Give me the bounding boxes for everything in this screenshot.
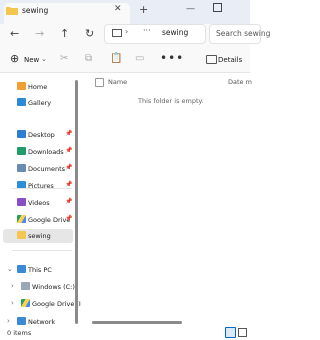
chevron-right-icon[interactable]: › — [7, 317, 10, 325]
sidebar-item-downloads[interactable]: Downloads 📌 — [0, 145, 73, 159]
sidebar-item-label: Documents — [28, 165, 66, 173]
paste-icon[interactable]: 📋 — [110, 53, 122, 64]
folder-icon — [6, 7, 18, 15]
tiles-view-button[interactable] — [238, 328, 247, 337]
sidebar-item-google-drive-i[interactable]: › Google Drive (I — [0, 297, 81, 311]
documents-folder-icon — [17, 164, 26, 172]
more-options-icon[interactable]: ••• — [160, 51, 184, 65]
sidebar-item-label: Windows (C:) — [32, 283, 75, 291]
google-drive-icon — [17, 215, 26, 223]
chevron-right-icon[interactable]: › — [125, 27, 128, 36]
sidebar-item-pictures[interactable]: Pictures 📌 — [0, 179, 73, 193]
pin-icon: 📌 — [65, 164, 73, 171]
search-placeholder: Search sewing — [216, 29, 271, 38]
sidebar-item-this-pc[interactable]: ⌄ This PC — [0, 263, 73, 277]
drive-icon — [21, 282, 30, 290]
details-pane-icon[interactable] — [206, 55, 217, 64]
sidebar-item-label: This PC — [28, 266, 52, 274]
sidebar-item-google-drive[interactable]: Google Drive 📌 — [0, 213, 73, 227]
sidebar-item-videos[interactable]: Videos 📌 — [0, 196, 73, 210]
google-drive-icon — [21, 299, 30, 307]
forward-arrow-icon[interactable]: → — [35, 27, 44, 40]
sidebar-divider — [12, 250, 72, 251]
videos-folder-icon — [17, 198, 26, 206]
sidebar-item-label: Videos — [28, 199, 50, 207]
column-header-date[interactable]: Date m — [228, 78, 252, 86]
maximize-button[interactable] — [213, 3, 222, 12]
chevron-right-icon[interactable]: › — [11, 299, 14, 307]
sidebar-item-label: Network — [28, 318, 56, 326]
overflow-dots-icon[interactable]: ··· — [143, 26, 151, 35]
sidebar-item-gallery[interactable]: Gallery — [0, 96, 73, 110]
close-tab-icon[interactable]: ✕ — [114, 4, 122, 14]
pin-icon: 📌 — [65, 198, 73, 205]
empty-folder-message: This folder is empty. — [138, 97, 204, 105]
downloads-folder-icon — [17, 147, 26, 155]
sidebar-item-documents[interactable]: Documents 📌 — [0, 162, 73, 176]
sidebar-item-label: Downloads — [28, 148, 64, 156]
horizontal-scrollbar[interactable] — [92, 321, 182, 324]
tab-title: sewing — [22, 6, 49, 15]
sidebar-item-label: Home — [28, 83, 48, 91]
pc-icon — [17, 265, 26, 273]
sidebar-item-windows-c[interactable]: › Windows (C:) — [0, 280, 75, 294]
column-header-name[interactable]: Name — [108, 78, 127, 86]
sidebar-item-label: Desktop — [28, 131, 55, 139]
new-plus-icon[interactable]: ⊕ — [10, 52, 19, 65]
cut-icon[interactable]: ✂ — [60, 53, 68, 64]
breadcrumb[interactable]: sewing — [162, 28, 188, 37]
new-tab-button[interactable]: + — [139, 3, 148, 16]
minimize-button[interactable]: — — [186, 4, 195, 14]
folder-icon — [17, 231, 26, 239]
sidebar-item-desktop[interactable]: Desktop 📌 — [0, 128, 73, 142]
monitor-icon — [112, 29, 122, 37]
sidebar-item-label: Google Drive (I — [32, 300, 81, 308]
select-all-checkbox[interactable] — [95, 78, 104, 87]
details-button[interactable]: Details — [218, 56, 242, 64]
pin-icon: 📌 — [65, 147, 73, 154]
chevron-down-icon[interactable]: ⌄ — [7, 265, 13, 273]
chevron-down-icon[interactable]: ⌄ — [41, 55, 47, 63]
rename-icon[interactable]: ▭ — [135, 53, 144, 64]
back-arrow-icon[interactable]: ← — [10, 27, 19, 40]
sidebar-item-sewing[interactable]: sewing — [3, 229, 73, 243]
sidebar-item-label: sewing — [28, 232, 51, 240]
navigation-pane: Home Gallery Desktop 📌 Downloads 📌 Docum… — [0, 73, 81, 327]
network-icon — [17, 317, 26, 325]
status-bar — [0, 327, 250, 340]
pin-icon: 📌 — [65, 130, 73, 137]
sidebar-item-label: Gallery — [28, 99, 52, 107]
pin-icon: 📌 — [65, 181, 73, 188]
sidebar-item-label: Google Drive — [28, 216, 71, 224]
pin-icon: 📌 — [65, 215, 73, 222]
sidebar-scrollbar[interactable] — [75, 80, 78, 324]
gallery-icon — [17, 98, 26, 106]
up-arrow-icon[interactable]: ↑ — [60, 27, 69, 40]
chevron-right-icon[interactable]: › — [11, 282, 14, 290]
sidebar-item-home[interactable]: Home — [0, 80, 73, 94]
desktop-folder-icon — [17, 130, 26, 138]
home-icon — [17, 82, 26, 90]
copy-icon[interactable]: ⧉ — [85, 53, 92, 64]
item-count: 0 items — [7, 329, 32, 337]
details-view-button[interactable] — [225, 327, 236, 338]
sidebar-divider — [12, 188, 72, 189]
new-button[interactable]: New — [24, 56, 39, 64]
refresh-icon[interactable]: ↻ — [85, 27, 94, 40]
